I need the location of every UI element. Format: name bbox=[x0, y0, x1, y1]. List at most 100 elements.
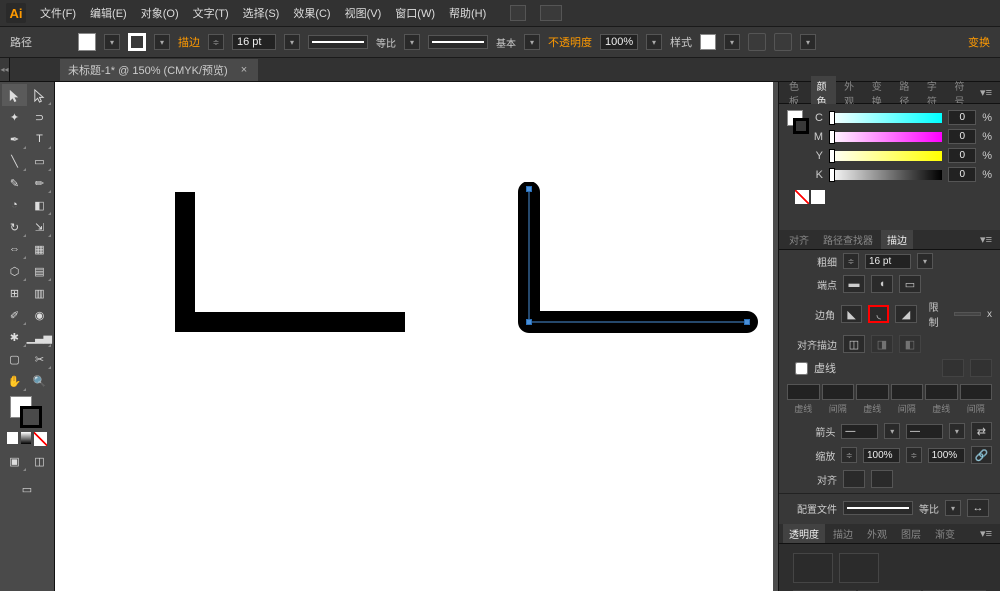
profile-selector[interactable] bbox=[843, 501, 913, 515]
close-tab-icon[interactable]: × bbox=[238, 64, 250, 76]
arrange-button[interactable] bbox=[540, 5, 562, 21]
corner-round-icon[interactable]: ◟ bbox=[868, 305, 889, 323]
tab-stroke2[interactable]: 描边 bbox=[827, 524, 859, 543]
dash2-input[interactable] bbox=[856, 384, 889, 400]
align-icon[interactable] bbox=[774, 33, 792, 51]
width-tool-icon[interactable]: ⇔ bbox=[2, 238, 27, 260]
panel-stroke-swatch-icon[interactable] bbox=[793, 118, 809, 134]
yellow-slider[interactable] bbox=[829, 151, 942, 161]
transform-link[interactable]: 变换 bbox=[968, 34, 990, 50]
cap-square-icon[interactable]: ▭ bbox=[899, 275, 921, 293]
edit-mode-icon[interactable]: ◫ bbox=[27, 450, 52, 472]
artboard-tool-icon[interactable]: ▢ bbox=[2, 348, 27, 370]
tab-layers[interactable]: 图层 bbox=[895, 524, 927, 543]
none-mode-icon[interactable] bbox=[34, 432, 47, 446]
brush-style[interactable] bbox=[428, 35, 488, 49]
tab-transparency[interactable]: 透明度 bbox=[783, 524, 825, 543]
gap1-input[interactable] bbox=[822, 384, 855, 400]
profile-dd-icon[interactable]: ▾ bbox=[945, 500, 961, 516]
weight-input[interactable]: 16 pt bbox=[865, 254, 911, 269]
layout-button[interactable] bbox=[510, 5, 526, 21]
style-swatch[interactable] bbox=[700, 34, 716, 50]
scale-start[interactable]: 100% bbox=[863, 448, 900, 463]
blob-brush-tool-icon[interactable]: ◔ bbox=[2, 194, 27, 216]
magenta-value[interactable]: 0 bbox=[948, 129, 976, 144]
scale-end-stepper-icon[interactable]: ≑ bbox=[906, 447, 922, 463]
stroke-swatch[interactable] bbox=[128, 33, 146, 51]
arrow-start-dd-icon[interactable]: ▾ bbox=[884, 423, 900, 439]
arrow-align-extend-icon[interactable] bbox=[843, 470, 865, 488]
extra-tool-icon[interactable]: ▭ bbox=[2, 478, 52, 500]
anchor-point-icon[interactable] bbox=[526, 186, 532, 192]
gradient-tool-icon[interactable]: ▥ bbox=[27, 282, 52, 304]
blend-tool-icon[interactable]: ◉ bbox=[27, 304, 52, 326]
none-swatch-icon[interactable] bbox=[795, 190, 809, 204]
panel-menu-icon[interactable]: ▾≡ bbox=[976, 233, 996, 246]
white-swatch-icon[interactable] bbox=[811, 190, 825, 204]
stroke-weight-field[interactable]: 16 pt bbox=[232, 34, 276, 50]
anchor-point-icon[interactable] bbox=[744, 319, 750, 325]
flip-along-icon[interactable]: ↔ bbox=[967, 499, 989, 517]
line-tool-icon[interactable]: ╲ bbox=[2, 150, 27, 172]
shape-builder-tool-icon[interactable]: ⬡ bbox=[2, 260, 27, 282]
tab-align[interactable]: 对齐 bbox=[783, 230, 815, 249]
screen-mode-icon[interactable]: ▣ bbox=[2, 450, 27, 472]
trans-preview-icon[interactable] bbox=[793, 553, 833, 583]
magenta-slider[interactable] bbox=[829, 132, 942, 142]
trans-mask-icon[interactable] bbox=[839, 553, 879, 583]
direct-selection-tool-icon[interactable] bbox=[27, 84, 52, 106]
tab-appearance2[interactable]: 外观 bbox=[861, 524, 893, 543]
zoom-tool-icon[interactable]: 🔍 bbox=[27, 370, 52, 392]
corner-bevel-icon[interactable]: ◢ bbox=[895, 305, 916, 323]
stroke-indicator-icon[interactable] bbox=[20, 406, 42, 428]
graph-tool-icon[interactable]: ▁▃▅ bbox=[27, 326, 52, 348]
weight-stepper-icon[interactable]: ≑ bbox=[843, 253, 859, 269]
align-outside-icon[interactable]: ◧ bbox=[899, 335, 921, 353]
lasso-tool-icon[interactable]: ⊃ bbox=[27, 106, 52, 128]
menu-object[interactable]: 对象(O) bbox=[141, 5, 179, 21]
menu-file[interactable]: 文件(F) bbox=[40, 5, 76, 21]
rectangle-tool-icon[interactable]: ▭ bbox=[27, 150, 52, 172]
rotate-tool-icon[interactable]: ↻ bbox=[2, 216, 27, 238]
fill-swatch[interactable] bbox=[78, 33, 96, 51]
stroke-profile[interactable] bbox=[308, 35, 368, 49]
limit-input[interactable] bbox=[954, 312, 981, 316]
tab-stroke[interactable]: 描边 bbox=[881, 230, 913, 249]
stroke-link[interactable]: 描边 bbox=[178, 34, 200, 50]
arrow-end-dd-icon[interactable]: ▾ bbox=[949, 423, 965, 439]
gap2-input[interactable] bbox=[891, 384, 924, 400]
menu-view[interactable]: 视图(V) bbox=[345, 5, 382, 21]
swap-arrows-icon[interactable]: ⇄ bbox=[971, 422, 992, 440]
cyan-slider[interactable] bbox=[829, 113, 942, 123]
cap-round-icon[interactable]: ◖ bbox=[871, 275, 893, 293]
yellow-value[interactable]: 0 bbox=[948, 148, 976, 163]
toolbox-toggle-icon[interactable]: ◂◂ bbox=[0, 58, 10, 81]
panel-menu-icon[interactable]: ▾≡ bbox=[976, 527, 996, 540]
pen-tool-icon[interactable]: ✒ bbox=[2, 128, 27, 150]
magic-wand-tool-icon[interactable]: ✦ bbox=[2, 106, 27, 128]
menu-help[interactable]: 帮助(H) bbox=[449, 5, 486, 21]
hand-tool-icon[interactable]: ✋ bbox=[2, 370, 27, 392]
align-center-icon[interactable]: ◫ bbox=[843, 335, 865, 353]
stroke-weight-stepper-icon[interactable]: ≑ bbox=[208, 34, 224, 50]
cyan-value[interactable]: 0 bbox=[948, 110, 976, 125]
canvas-area[interactable] bbox=[55, 82, 778, 591]
type-tool-icon[interactable]: T bbox=[27, 128, 52, 150]
scale-tool-icon[interactable]: ⇲ bbox=[27, 216, 52, 238]
recolor-icon[interactable] bbox=[748, 33, 766, 51]
black-slider[interactable] bbox=[829, 170, 942, 180]
panel-menu-icon[interactable]: ▾≡ bbox=[976, 86, 996, 99]
dash-preserve-icon[interactable] bbox=[942, 359, 964, 377]
gradient-mode-icon[interactable] bbox=[21, 432, 32, 444]
scale-start-stepper-icon[interactable]: ≑ bbox=[841, 447, 857, 463]
cap-butt-icon[interactable]: ▬ bbox=[843, 275, 865, 293]
path-shape-round-selected[interactable] bbox=[515, 182, 765, 342]
arrow-start[interactable]: — bbox=[841, 424, 878, 439]
dash1-input[interactable] bbox=[787, 384, 820, 400]
corner-miter-icon[interactable]: ◣ bbox=[841, 305, 862, 323]
symbol-sprayer-tool-icon[interactable]: ✱ bbox=[2, 326, 27, 348]
gap3-input[interactable] bbox=[960, 384, 993, 400]
tab-pathfinder[interactable]: 路径查找器 bbox=[817, 230, 879, 249]
arrow-end[interactable]: — bbox=[906, 424, 943, 439]
artboard[interactable] bbox=[55, 82, 773, 591]
